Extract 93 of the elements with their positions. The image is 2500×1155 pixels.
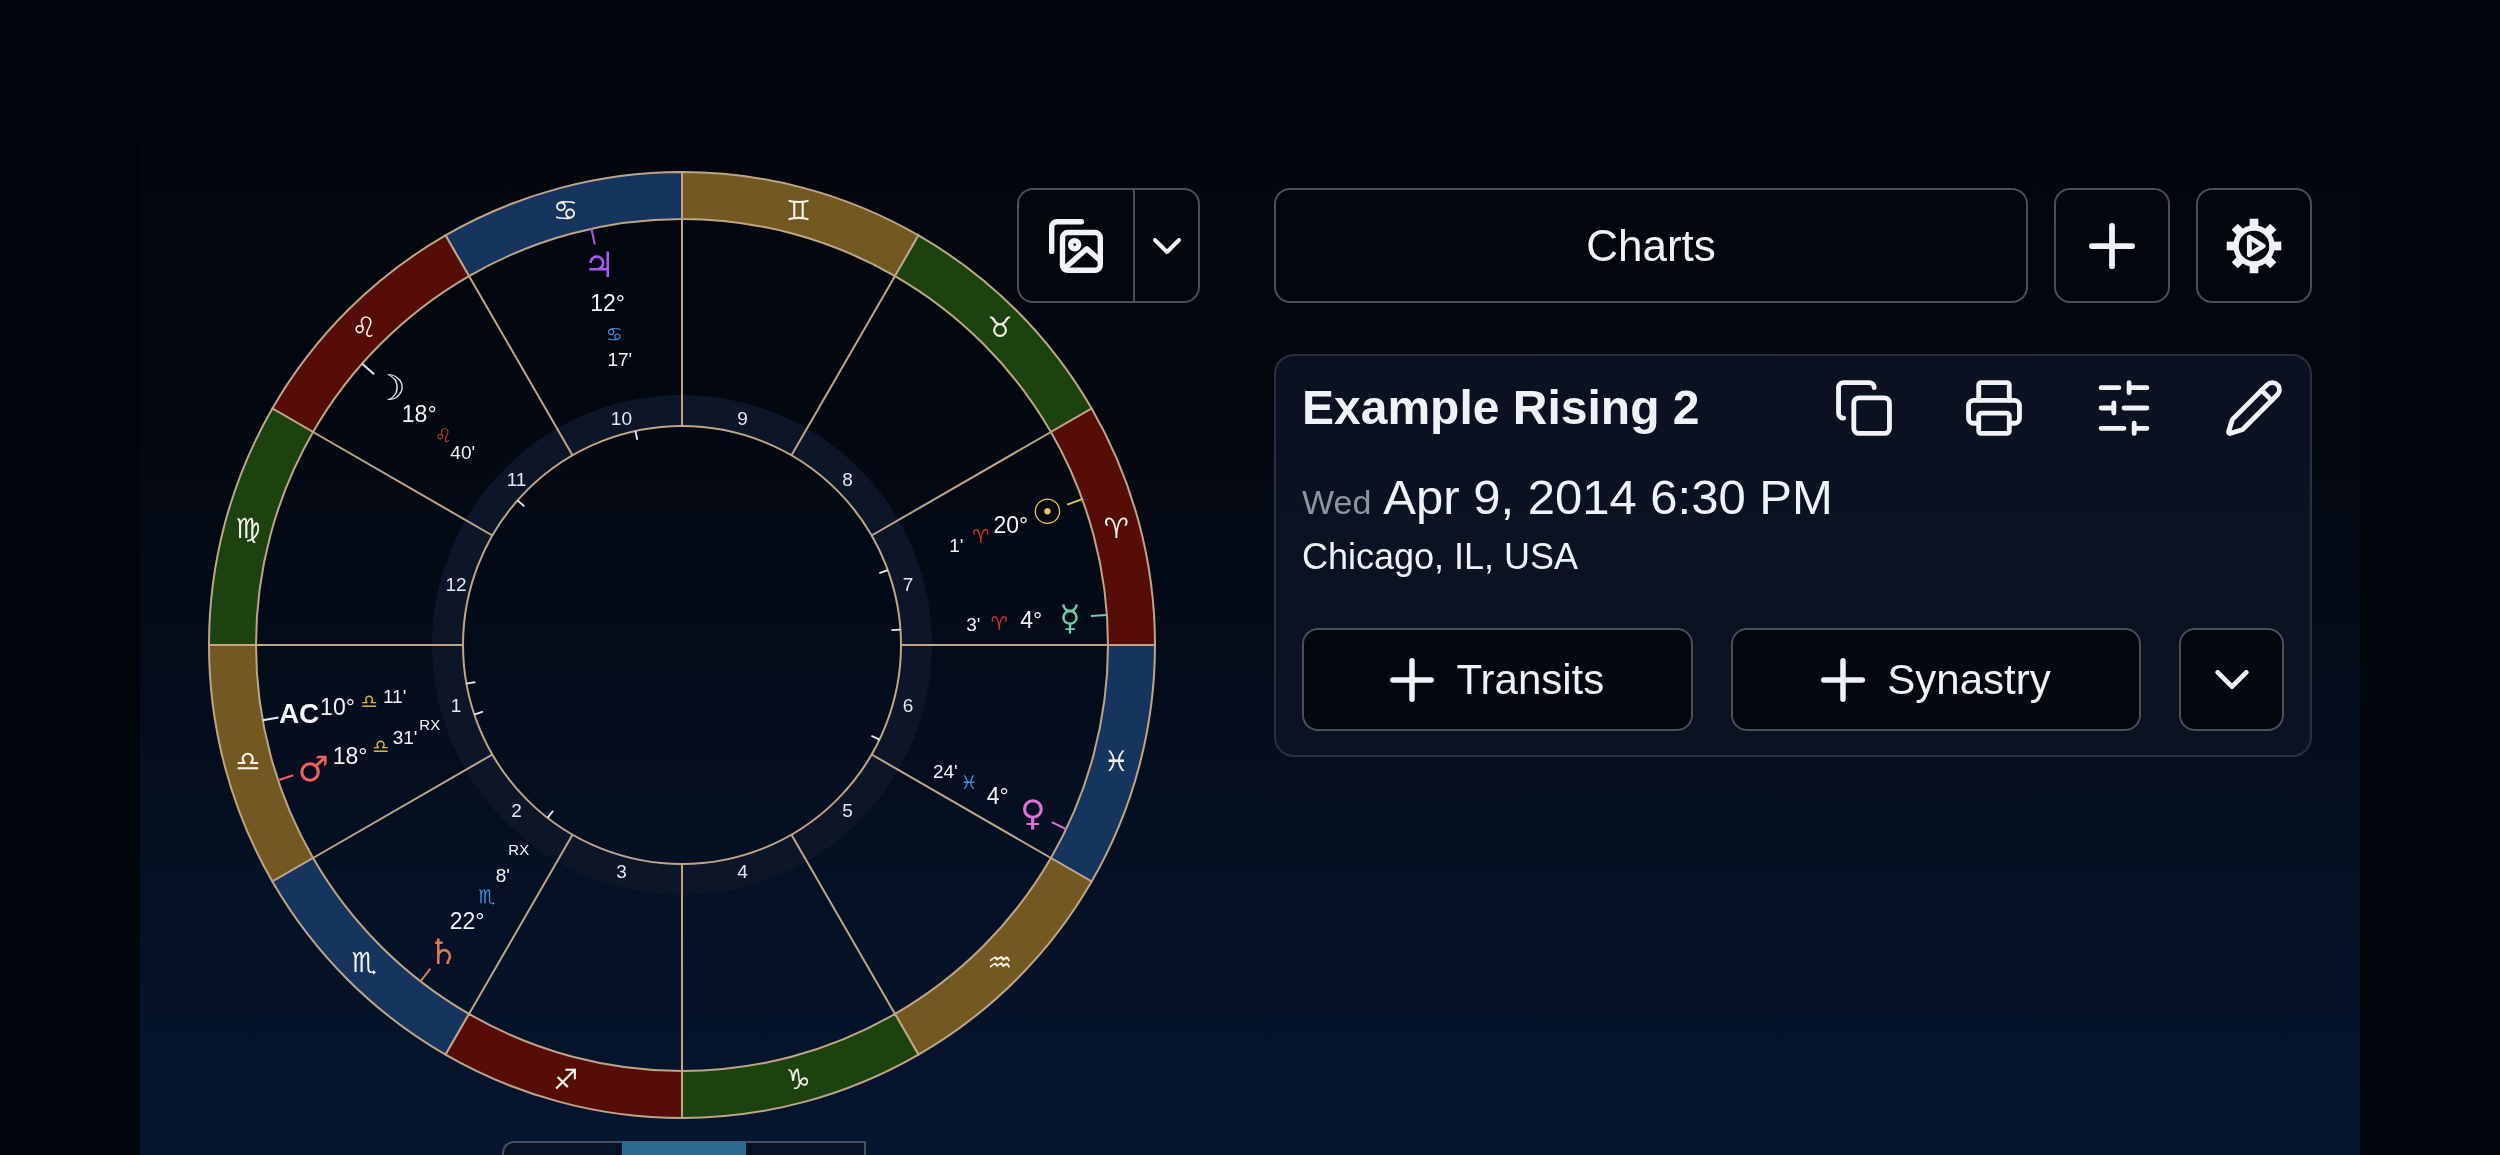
planet-symbol: ♀ [1020, 793, 1046, 834]
house-number: 12 [445, 573, 467, 595]
synastry-button[interactable]: Synastry [1730, 628, 2142, 731]
planet-symbol: ♂ [297, 748, 329, 789]
house-number: 9 [737, 408, 748, 430]
leader-line [590, 227, 596, 246]
pencil-icon[interactable] [2226, 380, 2282, 436]
leader-line [277, 774, 295, 782]
minutes-label: 11' [382, 686, 407, 708]
degree-label: 4° [1020, 607, 1043, 634]
weekday-label: Wed [1302, 482, 1372, 523]
sign-symbol: ♋ [605, 323, 623, 346]
zodiac-sign-symbol: ♐ [553, 1062, 579, 1096]
zodiac-sign-symbol: ♈ [1103, 512, 1129, 546]
add-chart-button[interactable] [2054, 188, 2170, 303]
degree-label: 20° [993, 512, 1029, 539]
location-text: Chicago, IL, USA [1302, 536, 1580, 578]
zodiac-sign-symbol: ♑ [785, 1062, 811, 1096]
leader-line [361, 362, 376, 376]
minutes-label: 17' [607, 349, 633, 371]
degree-label: 18° [332, 743, 368, 770]
planet-symbol: ☿ [1059, 597, 1081, 638]
sign-symbol: ♎ [371, 735, 389, 757]
house-number: 6 [902, 695, 914, 717]
plus-icon [1821, 657, 1866, 702]
minutes-label: 1' [949, 534, 964, 556]
position-tick [634, 430, 639, 441]
sign-symbol: ♈ [990, 611, 1008, 634]
zodiac-sign-symbol: ♍ [235, 512, 261, 546]
zodiac-sign-symbol: ♋ [553, 194, 579, 228]
leader-line [1066, 498, 1084, 506]
chevron-down-icon[interactable] [1152, 237, 1181, 254]
zodiac-sign-symbol: ♏ [351, 946, 377, 980]
position-tick [473, 710, 484, 716]
chart-title: Example Rising 2 [1302, 380, 1700, 436]
planet-symbol: ☉ [1031, 491, 1064, 532]
sign-symbol: ♈ [972, 525, 990, 548]
leader-line [1090, 613, 1108, 618]
zodiac-sign-symbol: ♌ [351, 310, 377, 344]
position-tick [890, 628, 902, 632]
sliders-icon[interactable] [2096, 380, 2152, 436]
plus-icon [1390, 657, 1435, 702]
degree-label: 12° [590, 290, 625, 316]
degree-label: 22° [449, 908, 485, 935]
zodiac-sign-symbol: ♓ [1103, 744, 1129, 778]
zodiac-sign-symbol: ♎ [235, 744, 261, 778]
retrograde-label: RX [419, 716, 441, 733]
minutes-label: 3' [966, 613, 981, 635]
copy-icon[interactable] [1836, 380, 1892, 436]
sign-symbol: ♏ [478, 885, 496, 908]
sign-symbol: ♎ [360, 690, 378, 713]
more-options-button[interactable] [2179, 628, 2284, 731]
position-tick [870, 734, 881, 741]
leader-line [261, 716, 280, 722]
house-number: 8 [842, 469, 853, 491]
printer-icon[interactable] [1966, 380, 2022, 436]
sign-symbol: ♌ [434, 424, 452, 446]
sign-symbol: ♓ [960, 771, 978, 794]
settings-button[interactable] [2196, 188, 2312, 303]
zodiac-sign-symbol: ♒ [987, 946, 1013, 980]
minutes-label: 24' [932, 760, 958, 782]
planet-symbol: ♃ [583, 244, 615, 285]
position-tick [465, 681, 477, 685]
chevron-down-icon [2214, 670, 2249, 689]
leader-line [1050, 821, 1068, 831]
date-time-text: Apr 9, 2014 6:30 PM [1383, 469, 1833, 525]
house-number: 1 [450, 695, 462, 717]
house-number: 4 [737, 860, 748, 882]
house-number: 3 [616, 860, 627, 882]
minutes-label: 40' [450, 441, 476, 463]
position-tick [878, 569, 889, 574]
house-number: 2 [511, 799, 522, 821]
zodiac-sign-symbol: ♉ [987, 310, 1013, 344]
house-number: 10 [610, 408, 632, 430]
planet-symbol: ♄ [427, 932, 459, 973]
images-icon[interactable] [1049, 218, 1103, 273]
charts-button[interactable]: Charts [1274, 188, 2028, 303]
position-tick [516, 499, 526, 508]
leader-line [419, 967, 432, 983]
degree-label: 18° [401, 400, 437, 427]
degree-label: 4° [986, 783, 1009, 810]
minutes-label: 8' [495, 865, 510, 886]
position-tick [546, 809, 554, 819]
plus-icon [2089, 222, 2135, 269]
zodiac-sign-symbol: ♊ [785, 194, 811, 228]
retrograde-label: RX [508, 841, 530, 859]
ascendant-label: AC [278, 698, 320, 730]
transits-button[interactable]: Transits [1302, 628, 1693, 731]
house-number: 11 [506, 469, 527, 491]
minutes-label: 31' [392, 727, 418, 749]
house-number: 7 [902, 573, 914, 595]
degree-label: 10° [320, 693, 355, 720]
house-number: 5 [842, 799, 853, 821]
